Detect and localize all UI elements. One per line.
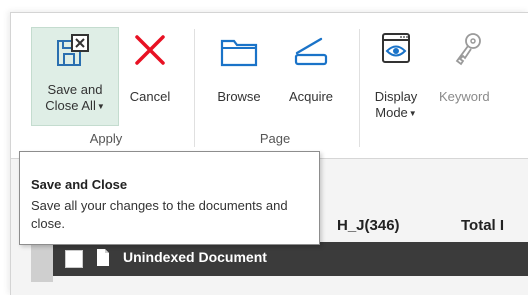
save-close-tooltip: Save and Close Save all your changes to … bbox=[19, 151, 320, 245]
row-label: Unindexed Document bbox=[123, 249, 267, 265]
column-header: Total I bbox=[461, 217, 505, 234]
group-separator bbox=[194, 29, 195, 147]
cancel-x-icon bbox=[135, 35, 165, 65]
display-mode-line1: Display bbox=[374, 89, 418, 104]
document-icon bbox=[97, 249, 109, 266]
page-group-label: Page bbox=[259, 131, 291, 146]
ribbon: Save and Close All▼ Cancel Apply Browse bbox=[11, 13, 528, 159]
acquire-button[interactable]: Acquire bbox=[279, 27, 343, 124]
column-header: H_J(346) bbox=[337, 217, 400, 234]
acquire-label: Acquire bbox=[288, 89, 334, 104]
save-close-line1: Save and bbox=[47, 82, 103, 97]
keywords-label: Keyword bbox=[439, 89, 490, 104]
save-close-line2: Close All bbox=[45, 98, 96, 113]
dropdown-caret-icon: ▼ bbox=[408, 109, 417, 118]
group-separator bbox=[359, 29, 360, 147]
row-gutter bbox=[31, 242, 53, 282]
apply-group-label: Apply bbox=[89, 131, 123, 146]
browse-button[interactable]: Browse bbox=[207, 27, 271, 124]
browse-label: Browse bbox=[217, 89, 261, 104]
keys-icon bbox=[455, 33, 481, 66]
display-mode-line2: Mode bbox=[375, 105, 408, 120]
keywords-button[interactable]: Keyword bbox=[429, 27, 528, 124]
tooltip-body: Save all your changes to the documents a… bbox=[31, 198, 288, 231]
row-checkbox[interactable] bbox=[65, 250, 83, 268]
display-eye-icon bbox=[382, 33, 410, 63]
save-close-icon bbox=[57, 34, 89, 66]
display-mode-button[interactable]: Display Mode▼ bbox=[367, 27, 425, 124]
tooltip-title: Save and Close bbox=[31, 177, 128, 192]
cancel-button[interactable]: Cancel bbox=[121, 27, 179, 124]
folder-icon bbox=[220, 39, 258, 67]
save-close-all-button[interactable]: Save and Close All▼ bbox=[31, 27, 119, 126]
dropdown-caret-icon: ▼ bbox=[96, 102, 105, 111]
scanner-icon bbox=[294, 37, 328, 66]
table-row[interactable]: Unindexed Document bbox=[53, 242, 528, 276]
cancel-label: Cancel bbox=[129, 89, 171, 104]
